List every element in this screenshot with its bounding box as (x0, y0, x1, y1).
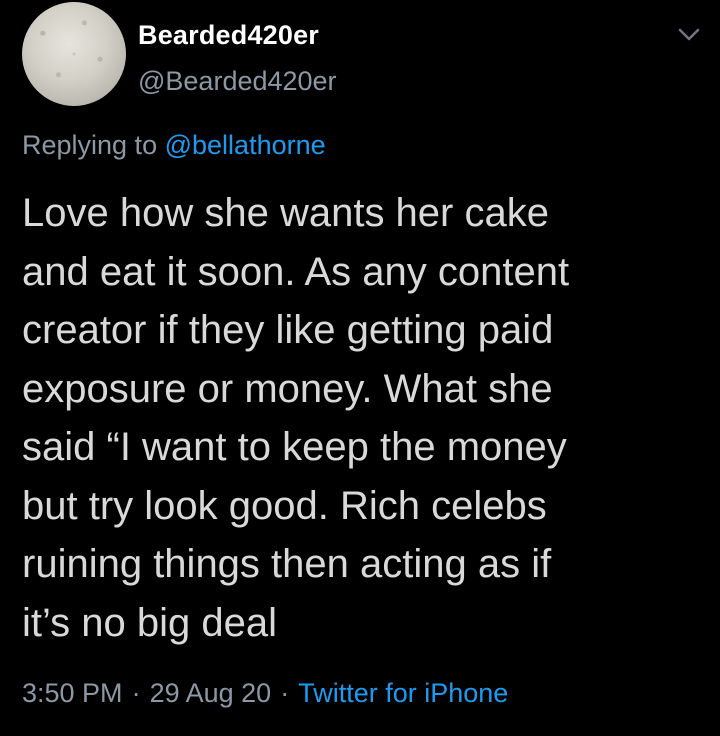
tweet-text-line: said “I want to keep the money (22, 425, 567, 469)
reply-mention-link[interactable]: @bellathorne (165, 130, 326, 160)
avatar[interactable] (22, 2, 126, 106)
meta-separator: · (131, 678, 141, 708)
tweet-meta: 3:50 PM · 29 Aug 20 · Twitter for iPhone (22, 678, 508, 709)
tweet-date[interactable]: 29 Aug 20 (150, 678, 272, 708)
tweet-text-line: and eat it soon. As any content (22, 249, 570, 294)
user-handle[interactable]: @Bearded420er (138, 66, 337, 97)
tweet-source-link[interactable]: Twitter for iPhone (298, 678, 508, 708)
replying-to-label: Replying to (22, 130, 158, 160)
display-name[interactable]: Bearded420er (138, 20, 319, 51)
tweet-text-line: ruining things then acting as if (22, 542, 552, 586)
tweet-text-line: but try look good. Rich celebs (22, 483, 547, 528)
chevron-down-icon[interactable] (676, 24, 702, 44)
replying-to: Replying to @bellathorne (22, 130, 326, 161)
tweet-text-line: exposure or money. What she (22, 366, 553, 411)
avatar-texture (22, 2, 126, 106)
tweet-text-line: it’s no big deal (22, 600, 277, 645)
meta-separator: · (280, 678, 290, 708)
tweet-text-line: Love how she wants her cake (22, 191, 549, 235)
tweet-text-line: creator if they like getting paid (22, 308, 554, 352)
tweet-card: Bearded420er @Bearded420er Replying to @… (0, 0, 720, 736)
tweet-time[interactable]: 3:50 PM (22, 678, 123, 708)
tweet-text: Love how she wants her cake and eat it s… (22, 184, 712, 652)
